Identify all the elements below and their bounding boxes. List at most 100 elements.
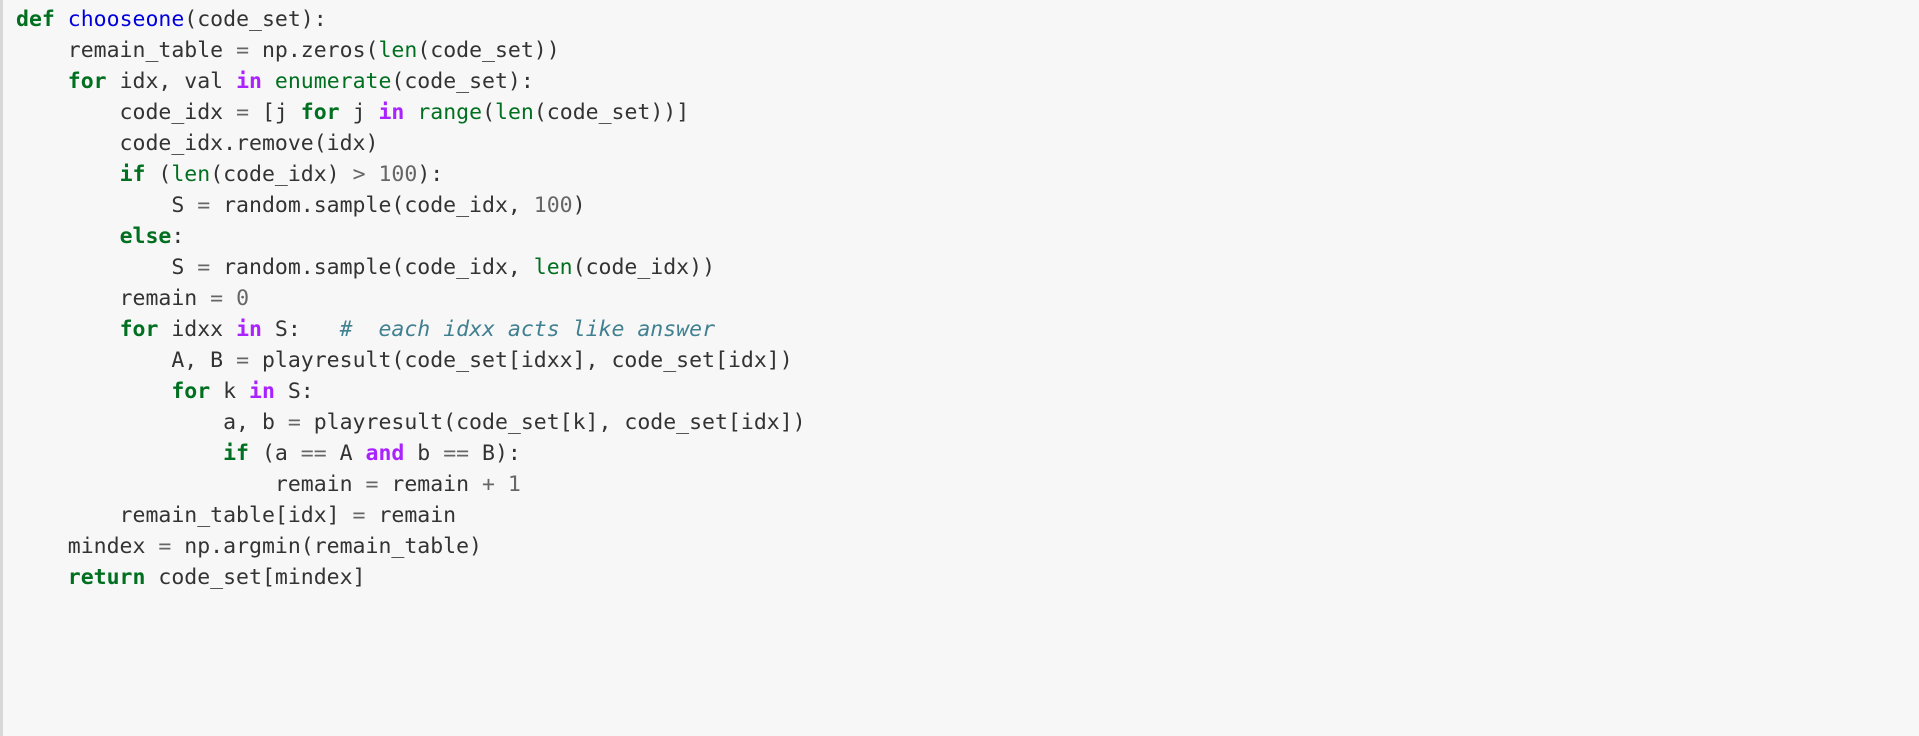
code-token: 0 xyxy=(236,286,250,311)
code-token: (code_set))] xyxy=(533,100,690,125)
code-token: [j xyxy=(249,100,301,125)
code-line: for k in S: xyxy=(3,376,1919,407)
code-token: = xyxy=(158,534,172,559)
python-code-block: def chooseone(code_set): remain_table = … xyxy=(0,0,1919,736)
code-token: == xyxy=(300,441,327,466)
code-line: return code_set[mindex] xyxy=(3,562,1919,593)
code-token: code_idx xyxy=(16,100,237,125)
code-token: for xyxy=(171,379,211,404)
code-token: len xyxy=(171,162,211,187)
code-token: mindex xyxy=(16,534,159,559)
code-token: == xyxy=(443,441,470,466)
code-token: S xyxy=(16,193,198,218)
code-token: len xyxy=(495,100,534,125)
code-token: = xyxy=(236,38,250,63)
code-token: > xyxy=(352,162,366,187)
code-token: = xyxy=(197,193,211,218)
code-token: playresult(code_set[k], code_set[idx]) xyxy=(300,410,806,435)
code-token: = xyxy=(197,255,211,280)
code-line: remain_table = np.zeros(len(code_set)) xyxy=(3,35,1919,66)
code-line: if (len(code_idx) > 100): xyxy=(3,159,1919,190)
code-token: remain xyxy=(365,503,457,528)
code-line: S = random.sample(code_idx, 100) xyxy=(3,190,1919,221)
code-token: for xyxy=(300,100,340,125)
code-token: remain_table xyxy=(16,38,237,63)
code-token: for xyxy=(119,317,159,342)
code-line: a, b = playresult(code_set[k], code_set[… xyxy=(3,407,1919,438)
code-line: for idx, val in enumerate(code_set): xyxy=(3,66,1919,97)
code-token: (code_set)) xyxy=(417,38,560,63)
code-token: # each idxx acts like answer xyxy=(339,317,716,342)
code-token: (code_idx)) xyxy=(572,255,716,280)
code-line: remain_table[idx] = remain xyxy=(3,500,1919,531)
code-token: : xyxy=(171,224,185,249)
code-token: ( xyxy=(145,162,172,187)
code-token: in xyxy=(249,379,275,404)
code-token: A xyxy=(326,441,366,466)
code-line: A, B = playresult(code_set[idxx], code_s… xyxy=(3,345,1919,376)
code-line: mindex = np.argmin(remain_table) xyxy=(3,531,1919,562)
code-token: (code_set): xyxy=(184,7,327,32)
code-token: (code_idx) xyxy=(210,162,353,187)
code-line: code_idx = [j for j in range(len(code_se… xyxy=(3,97,1919,128)
code-token: (code_set): xyxy=(391,69,534,94)
code-token: ) xyxy=(572,193,586,218)
code-token: A, B xyxy=(16,348,237,373)
code-token: 1 xyxy=(507,472,521,497)
code-token: random.sample(code_idx, xyxy=(210,255,534,280)
code-token: k xyxy=(210,379,250,404)
code-token: enumerate xyxy=(274,69,392,94)
code-token: if xyxy=(223,441,249,466)
code-token: playresult(code_set[idxx], code_set[idx]… xyxy=(249,348,793,373)
code-token: np.zeros( xyxy=(249,38,379,63)
code-line: def chooseone(code_set): xyxy=(3,4,1919,35)
code-token: remain xyxy=(16,472,366,497)
code-token: S xyxy=(16,255,198,280)
code-token: in xyxy=(378,100,405,125)
code-token: (a xyxy=(249,441,301,466)
code-token: return xyxy=(67,565,146,590)
code-token: 100 xyxy=(378,162,418,187)
code-token: a, b xyxy=(16,410,288,435)
code-token: idx, val xyxy=(106,69,237,94)
code-line: remain = remain + 1 xyxy=(3,469,1919,500)
code-token: remain xyxy=(378,472,483,497)
code-token: if xyxy=(119,162,146,187)
code-token: chooseone xyxy=(67,7,185,32)
code-line: if (a == A and b == B): xyxy=(3,438,1919,469)
code-line: remain = 0 xyxy=(3,283,1919,314)
code-token: remain xyxy=(16,286,211,311)
code-token: ( xyxy=(482,100,496,125)
code-token: for xyxy=(67,69,107,94)
code-token: in xyxy=(236,69,262,94)
code-token: S: xyxy=(274,379,314,404)
code-token: def xyxy=(16,7,55,32)
code-token: b xyxy=(404,441,444,466)
code-token: = xyxy=(210,286,224,311)
code-token: code_idx.remove(idx) xyxy=(16,131,379,156)
code-token: = xyxy=(352,503,366,528)
code-token: and xyxy=(365,441,405,466)
code-listing: def chooseone(code_set): remain_table = … xyxy=(3,4,1919,593)
code-token: remain_table[idx] xyxy=(16,503,353,528)
code-token: B): xyxy=(469,441,521,466)
code-token: = xyxy=(365,472,379,497)
code-token: len xyxy=(533,255,573,280)
code-token: = xyxy=(236,100,250,125)
code-token: = xyxy=(287,410,301,435)
code-line: S = random.sample(code_idx, len(code_idx… xyxy=(3,252,1919,283)
code-token: np.argmin(remain_table) xyxy=(171,534,483,559)
code-token: = xyxy=(236,348,250,373)
code-token: in xyxy=(236,317,262,342)
code-line: else: xyxy=(3,221,1919,252)
code-token: random.sample(code_idx, xyxy=(210,193,534,218)
